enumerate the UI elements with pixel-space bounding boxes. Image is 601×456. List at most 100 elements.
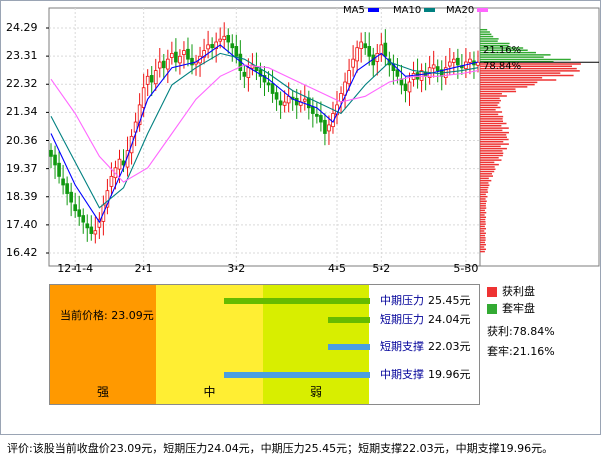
candle-body <box>178 55 182 64</box>
current-price: 当前价格: 23.09元 <box>60 309 154 322</box>
candle-body <box>355 47 359 62</box>
candle-body <box>315 113 319 117</box>
candle-body <box>270 83 275 94</box>
candle-body <box>141 87 146 108</box>
candle-body <box>186 48 190 60</box>
candle-body <box>367 46 372 57</box>
legend-profit: 获利盘 <box>487 285 535 298</box>
candle-body <box>431 64 436 69</box>
y-tick-label: 24.29 <box>6 21 38 34</box>
trapped-stat: 套牢:21.16% <box>487 345 555 358</box>
candle-body <box>89 226 94 234</box>
legend-ma10: MA10 <box>393 4 436 18</box>
x-tick-label: 3-2 <box>227 262 246 275</box>
x-tick-label: 4-5 <box>328 262 346 275</box>
level-name: 短期支撑 <box>380 340 424 353</box>
level-bar <box>224 298 370 304</box>
y-tick-label: 17.40 <box>6 217 38 231</box>
candle-body <box>182 50 186 55</box>
medium-label: 中 <box>203 385 216 399</box>
candle-body <box>339 93 343 102</box>
level-value: 25.45元 <box>428 294 471 307</box>
candle-body <box>359 41 363 49</box>
candle-body <box>242 71 247 77</box>
candle-body <box>210 44 214 49</box>
candle-body <box>230 43 235 49</box>
candle-body <box>452 58 456 63</box>
candle-body <box>351 58 355 68</box>
candle-body <box>222 35 227 40</box>
candle-body <box>53 154 57 166</box>
level-bar <box>224 372 370 378</box>
candle-body <box>323 119 327 134</box>
weak-label: 弱 <box>309 385 322 399</box>
level-label: 短期压力 24.04元 <box>380 313 471 326</box>
candle-body <box>311 106 315 114</box>
y-tick-label: 22.32 <box>6 77 38 91</box>
candle-body <box>69 191 73 203</box>
level-value: 24.04元 <box>428 313 471 326</box>
candle-body <box>282 101 287 106</box>
plot-area <box>48 7 481 267</box>
candle-body <box>468 58 472 63</box>
candle-body <box>456 57 460 66</box>
y-tick-label: 23.31 <box>6 49 38 63</box>
legend-ma20: MA20 <box>446 4 489 18</box>
candle-body <box>306 97 311 109</box>
chip-distribution <box>479 7 600 267</box>
evaluation-comment: 评价:该股当前收盘价23.09元，短期压力24.04元，中期压力25.45元；短… <box>7 442 554 455</box>
candle-body <box>174 51 178 63</box>
candle-body <box>234 46 239 57</box>
level-value: 19.96元 <box>428 368 471 381</box>
profit-swatch <box>487 287 497 297</box>
candle-body <box>93 230 98 235</box>
level-label: 中期压力 25.45元 <box>380 294 471 307</box>
y-tick-label: 20.36 <box>6 133 38 147</box>
candle-body <box>266 82 271 86</box>
candle-body <box>49 149 53 157</box>
legend-ma5: MA5 <box>343 4 379 18</box>
candle-body <box>327 124 331 132</box>
candle-body <box>407 81 412 93</box>
candle-body <box>161 60 166 69</box>
x-tick-label: 2-1 <box>134 262 153 275</box>
candle-body <box>166 58 170 70</box>
candle-body <box>149 75 154 83</box>
candle-body <box>206 44 210 50</box>
candle-body <box>65 183 69 194</box>
trapped-swatch <box>487 304 497 314</box>
y-tick-label: 21.34 <box>6 105 38 119</box>
legend-ma20-swatch <box>477 8 489 12</box>
level-name: 中期支撑 <box>380 368 424 381</box>
legend-trapped: 套牢盘 <box>487 302 535 315</box>
candle-body <box>145 75 150 85</box>
candle-body <box>77 209 82 217</box>
profit-stat: 获利:78.84% <box>487 325 555 338</box>
candle-body <box>218 38 223 42</box>
x-tick-label: 5-2 <box>372 262 391 275</box>
x-tick-label: 12-1-4 <box>57 262 94 275</box>
candle-body <box>117 158 122 170</box>
candle-body <box>190 57 194 66</box>
candle-body <box>302 98 307 102</box>
level-bar <box>328 317 370 323</box>
candle-body <box>57 162 61 177</box>
y-tick-label: 18.39 <box>6 189 38 203</box>
candle-body <box>157 61 162 69</box>
candle-body <box>447 61 452 67</box>
candle-body <box>109 175 114 187</box>
candle-body <box>226 35 231 43</box>
level-value: 22.03元 <box>428 340 471 353</box>
legend-ma10-swatch <box>424 8 436 12</box>
candle-body <box>85 223 90 229</box>
candle-body <box>73 204 77 212</box>
y-tick-label: 19.37 <box>6 161 38 175</box>
level-bar <box>328 344 370 350</box>
candle-body <box>347 70 351 85</box>
candle-body <box>81 215 86 223</box>
candle-body <box>170 53 174 58</box>
candle-body <box>435 66 440 71</box>
candle-body <box>319 115 323 123</box>
candle-body <box>395 69 400 77</box>
candle-body <box>61 178 65 186</box>
